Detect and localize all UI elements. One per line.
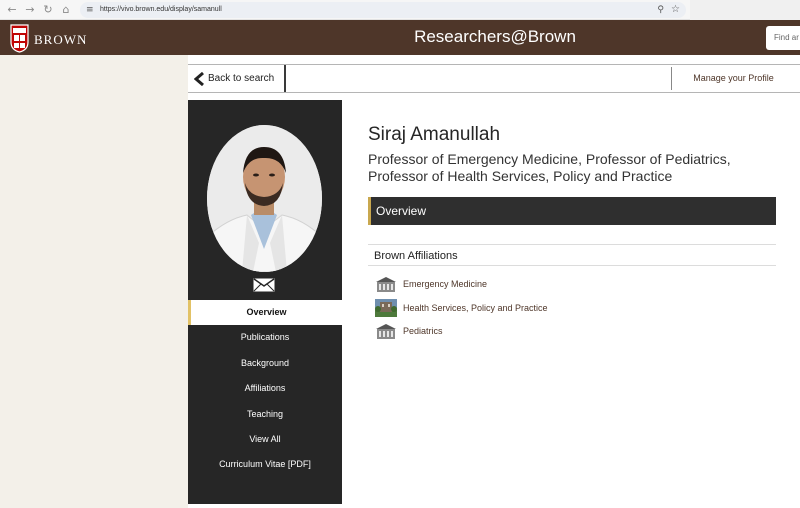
site-settings-icon[interactable]: ≡ <box>86 2 94 18</box>
profile-photo <box>207 125 322 272</box>
address-bar[interactable]: ≡ https://vivo.brown.edu/display/samanul… <box>80 2 686 18</box>
affiliations-heading: Brown Affiliations <box>368 244 776 266</box>
email-envelope-icon[interactable] <box>253 278 275 292</box>
header-search-input[interactable]: Find ar <box>766 26 800 50</box>
site-header: BROWN Researchers@Brown Find ar <box>0 20 800 55</box>
left-margin-area <box>0 55 188 508</box>
bookmark-star-icon[interactable]: ☆ <box>671 2 680 18</box>
profile-title: Professor of Emergency Medicine, Profess… <box>368 151 731 184</box>
building-icon <box>375 275 397 293</box>
profile-top-nav: Back to search Manage your Profile <box>188 64 800 93</box>
affiliations-heading-label: Brown Affiliations <box>374 250 458 262</box>
address-bar-url[interactable]: https://vivo.brown.edu/display/samanull <box>100 2 222 18</box>
menu-item-overview[interactable]: Overview <box>188 300 342 326</box>
menu-item-background[interactable]: Background <box>188 351 342 376</box>
campus-photo-icon <box>375 298 397 317</box>
nav-divider <box>671 67 672 90</box>
menu-item-publications[interactable]: Publications <box>188 325 342 350</box>
profile-section-menu: Overview Publications Background Affilia… <box>188 300 342 478</box>
brown-shield-icon <box>10 24 29 53</box>
affiliation-link-health-services[interactable]: Health Services, Policy and Practice <box>403 299 548 317</box>
overview-section-label: Overview <box>376 204 427 218</box>
menu-item-curriculum-vitae[interactable]: Curriculum Vitae [PDF] <box>188 452 342 477</box>
manage-profile-link[interactable]: Manage your Profile <box>676 65 791 92</box>
building-icon <box>375 322 397 340</box>
menu-item-teaching[interactable]: Teaching <box>188 402 342 427</box>
affiliation-link-emergency-medicine[interactable]: Emergency Medicine <box>403 275 487 293</box>
browser-toolbar-extension-area <box>690 0 800 20</box>
back-arrow-icon[interactable]: ← <box>4 2 20 18</box>
menu-item-affiliations[interactable]: Affiliations <box>188 376 342 401</box>
forward-arrow-icon[interactable]: → <box>22 2 38 18</box>
menu-item-view-all[interactable]: View All <box>188 427 342 452</box>
brown-logo[interactable]: BROWN <box>10 24 86 54</box>
reload-icon[interactable]: ↻ <box>40 2 56 18</box>
profile-sidebar: Overview Publications Background Affilia… <box>188 100 342 504</box>
back-to-search-label: Back to search <box>208 73 275 84</box>
overview-section-header: Overview <box>368 197 776 225</box>
chevron-left-icon <box>194 72 204 86</box>
header-search-placeholder: Find ar <box>774 33 799 42</box>
home-icon[interactable]: ⌂ <box>58 2 74 18</box>
profile-photo-illustration <box>207 125 322 272</box>
browser-toolbar: ← → ↻ ⌂ ≡ https://vivo.brown.edu/display… <box>0 0 800 20</box>
profile-name: Siraj Amanullah <box>368 124 501 145</box>
brown-wordmark: BROWN <box>34 32 88 47</box>
zoom-icon[interactable]: ⚲ <box>657 2 664 18</box>
affiliation-link-pediatrics[interactable]: Pediatrics <box>403 322 443 340</box>
site-title[interactable]: Researchers@Brown <box>380 27 610 47</box>
back-to-search-button[interactable]: Back to search <box>188 65 286 92</box>
